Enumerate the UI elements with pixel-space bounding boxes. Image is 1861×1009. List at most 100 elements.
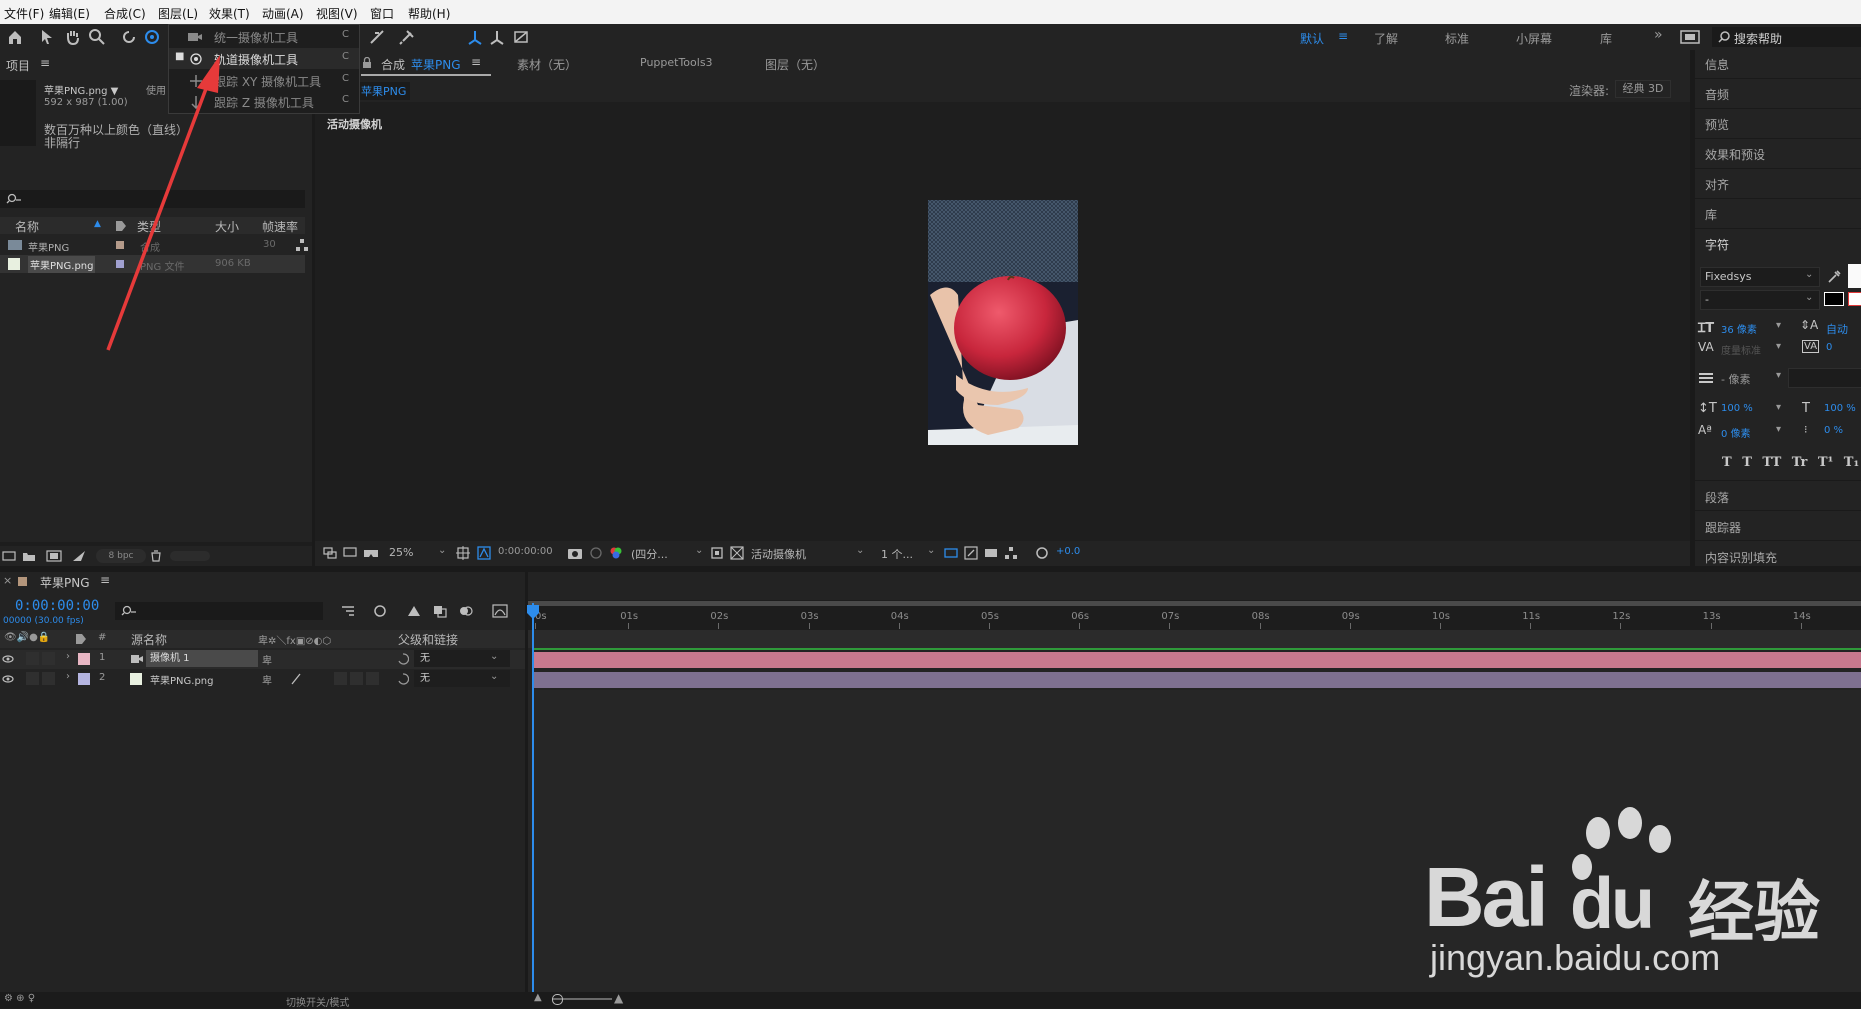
vscale-chevron-icon[interactable]: ▾ xyxy=(1776,402,1781,413)
sync-settings-icon[interactable] xyxy=(1680,30,1700,44)
timeline-zoom-knob[interactable] xyxy=(552,994,563,1005)
fill-color-swatch[interactable] xyxy=(1848,264,1861,288)
hand-tool-icon[interactable] xyxy=(64,28,82,46)
layer-label-color[interactable] xyxy=(78,673,90,685)
3d-view-chevron-down-icon[interactable]: ⌄ xyxy=(856,545,864,556)
panel-content-aware-fill[interactable]: 内容识别填充 xyxy=(1705,549,1777,566)
pick-whip-icon[interactable] xyxy=(397,653,409,665)
camera-layer-bar[interactable] xyxy=(533,652,1861,668)
layer-row-png[interactable]: › 2 苹果PNG.png 卑 无 ⌄ xyxy=(0,670,525,689)
kerning-value[interactable]: 度量标准 xyxy=(1721,342,1761,357)
tab-footage[interactable]: 素材（无） xyxy=(517,56,577,73)
eyedropper-icon[interactable] xyxy=(1826,268,1842,284)
timeline-search-input[interactable] xyxy=(115,602,323,620)
thumbnail-slider[interactable] xyxy=(170,551,210,561)
pin-tool-icon[interactable] xyxy=(398,28,416,46)
panel-audio[interactable]: 音频 xyxy=(1705,86,1729,103)
renderer-select[interactable]: 经典 3D xyxy=(1615,80,1671,98)
current-time-indicator[interactable] xyxy=(532,603,534,992)
timeline-timecode[interactable]: 0:00:00:00 xyxy=(15,598,99,614)
workspace-standard[interactable]: 标准 xyxy=(1445,30,1469,47)
footer-icons[interactable]: ⚙ ⊕ ♀ xyxy=(4,993,35,1004)
timeline-icon[interactable] xyxy=(984,546,998,560)
mask-visibility-icon[interactable] xyxy=(477,546,491,560)
eye-visibility-icon[interactable] xyxy=(2,674,14,684)
vr-icon[interactable] xyxy=(363,547,379,559)
search-help-input[interactable]: 搜索帮助 xyxy=(1712,27,1861,47)
lock-toggle[interactable] xyxy=(42,652,55,665)
quality-switch-icon[interactable] xyxy=(290,673,302,685)
graph-editor-icon[interactable] xyxy=(492,604,508,618)
toggle-pixel-aspect-icon[interactable] xyxy=(944,546,958,560)
panel-preview[interactable]: 预览 xyxy=(1705,116,1729,133)
selection-tool-icon[interactable] xyxy=(40,28,54,46)
reset-exposure-icon[interactable] xyxy=(1035,546,1049,560)
col-name[interactable]: 名称 xyxy=(15,218,39,235)
col-fps[interactable]: 帧速率 xyxy=(262,218,298,235)
rotate-tool-icon[interactable] xyxy=(120,28,138,46)
menu-view[interactable]: 视图(V) xyxy=(316,5,358,22)
horizontal-scale-value[interactable]: 100 % xyxy=(1824,403,1856,414)
layer-name[interactable]: 苹果PNG.png xyxy=(150,672,213,687)
zoom-chevron-down-icon[interactable]: ⌄ xyxy=(438,545,446,556)
playhead-icon[interactable] xyxy=(526,604,540,620)
tab-comp-prefix[interactable]: 合成 xyxy=(381,56,405,73)
tab-puppet-tools[interactable]: PuppetTools3 xyxy=(640,56,713,69)
workspace-libraries[interactable]: 库 xyxy=(1600,30,1612,47)
menu-composition[interactable]: 合成(C) xyxy=(104,5,146,22)
safe-margins-icon[interactable] xyxy=(456,546,470,560)
toggle-switches-modes[interactable]: 切换开关/模式 xyxy=(286,994,349,1009)
adjustment-toggle[interactable] xyxy=(350,672,363,685)
fast-previews-icon[interactable] xyxy=(964,546,978,560)
workspace-overflow-icon[interactable]: » xyxy=(1654,27,1663,43)
work-area-bar[interactable] xyxy=(528,601,1861,606)
resolution-chevron-down-icon[interactable]: ⌄ xyxy=(695,545,703,556)
panel-tracker[interactable]: 跟踪器 xyxy=(1705,519,1741,536)
flowchart-view-icon[interactable] xyxy=(1004,546,1018,560)
view-axis-icon[interactable] xyxy=(512,28,530,46)
resolution-select[interactable]: (四分... xyxy=(631,546,668,562)
close-tab-icon[interactable]: × xyxy=(3,574,12,587)
timeline-menu-icon[interactable]: ≡ xyxy=(100,573,110,587)
workspace-small-screen[interactable]: 小屏幕 xyxy=(1516,30,1552,47)
primary-viewer-icon[interactable] xyxy=(343,547,357,559)
col-source-name[interactable]: 源名称 xyxy=(131,631,167,648)
tracking-value[interactable]: 0 xyxy=(1826,342,1832,353)
menu-animation[interactable]: 动画(A) xyxy=(262,5,304,22)
vertical-scale-value[interactable]: 100 % xyxy=(1721,403,1753,414)
always-preview-icon[interactable] xyxy=(323,547,337,559)
expand-chevron-icon[interactable]: › xyxy=(66,651,70,662)
interpret-footage-icon[interactable] xyxy=(2,550,16,562)
show-snapshot-icon[interactable] xyxy=(589,546,603,560)
3d-view-select[interactable]: 活动摄像机 xyxy=(751,546,806,562)
new-folder-icon[interactable] xyxy=(22,550,36,562)
frame-blending-icon[interactable] xyxy=(432,604,448,618)
workspace-learn[interactable]: 了解 xyxy=(1374,30,1398,47)
stroke-color-swatch[interactable] xyxy=(1824,292,1844,306)
trash-icon[interactable] xyxy=(150,550,162,562)
zoom-out-icon[interactable]: ▲ xyxy=(534,992,542,1003)
parent-chevron-down-icon[interactable]: ⌄ xyxy=(490,651,498,662)
font-size-chevron-icon[interactable]: ▾ xyxy=(1776,320,1781,331)
no-stroke-swatch[interactable] xyxy=(1848,292,1861,306)
switches-header-icons[interactable]: 卑✲＼fx▣⊘◐⬡ xyxy=(258,632,331,647)
av-features-icons[interactable]: 👁🔊●🔒 xyxy=(4,632,50,643)
eye-visibility-icon[interactable] xyxy=(2,654,14,664)
panel-paragraph[interactable]: 段落 xyxy=(1705,489,1729,506)
draft-3d-icon[interactable] xyxy=(372,604,388,618)
orbit-camera-tool-icon[interactable] xyxy=(143,28,161,46)
png-layer-bar[interactable] xyxy=(533,672,1861,688)
exposure-value[interactable]: +0.0 xyxy=(1056,546,1080,557)
region-of-interest-icon[interactable] xyxy=(710,546,724,560)
adobe-media-encoder-icon[interactable] xyxy=(72,550,86,562)
shy-layers-icon[interactable] xyxy=(406,604,422,618)
composition-viewer[interactable]: 活动摄像机 xyxy=(315,102,1690,541)
3d-layer-toggle[interactable] xyxy=(366,672,379,685)
tab-comp-menu-icon[interactable]: ≡ xyxy=(471,55,481,69)
home-icon[interactable] xyxy=(6,28,24,46)
motion-blur-icon[interactable] xyxy=(458,604,474,618)
label-tag-icon[interactable] xyxy=(75,633,87,645)
current-time[interactable]: 0:00:00:00 xyxy=(498,546,553,557)
expand-chevron-icon[interactable]: › xyxy=(66,671,70,682)
zoom-select[interactable]: 25% xyxy=(389,546,413,559)
